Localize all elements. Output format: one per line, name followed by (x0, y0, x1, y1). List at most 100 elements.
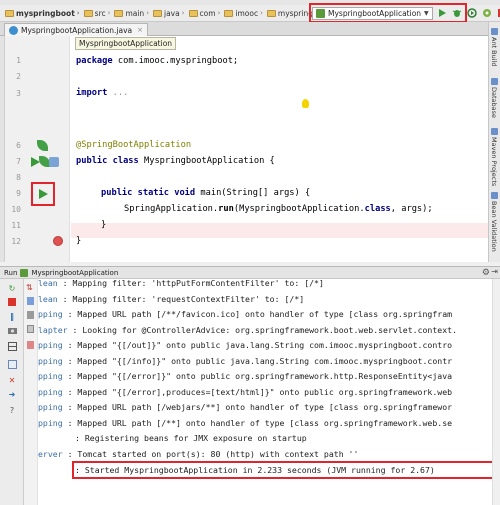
breadcrumb-project[interactable]: myspringboot › (3, 9, 82, 18)
breadcrumb-com[interactable]: com › (187, 9, 223, 18)
code-line-12: } (76, 236, 82, 246)
scroll-end-icon[interactable] (27, 311, 34, 319)
filter-icon[interactable]: ⇅ (26, 283, 33, 292)
tool-window-database[interactable]: Database (490, 78, 498, 118)
right-tool-strip: Ant Build Database Maven Projects Bean V… (488, 22, 500, 262)
line-number: 9 (16, 189, 21, 198)
profile-icon (483, 9, 492, 17)
line-number: 7 (16, 157, 21, 166)
breadcrumb-main[interactable]: main › (112, 9, 151, 18)
folder-icon (266, 9, 276, 17)
console-line: erver : Tomcat started on port(s): 80 (h… (38, 449, 359, 459)
console-line: pping : Mapped "{[/error],produces=[text… (38, 387, 453, 397)
gear-icon[interactable]: ⚙ (482, 268, 490, 278)
tool-window-maven-projects[interactable]: Maven Projects (490, 128, 498, 186)
folder-icon (114, 9, 124, 17)
console-line: pping : Mapped URL path [/**] onto handl… (38, 418, 453, 428)
run-panel-header: Run MyspringbootApplication ⚙ ⇥ (0, 266, 500, 279)
line-number: 8 (16, 173, 21, 182)
ant-icon (490, 28, 498, 35)
highlight-box-run-toolbar (309, 3, 467, 23)
bean-validation-icon (490, 192, 498, 199)
console-line: pping : Mapped URL path [/webjars/**] on… (38, 402, 453, 412)
code-line-3: import ... (76, 88, 129, 98)
highlight-box-run-gutter (31, 182, 55, 206)
export-log-icon (7, 359, 17, 369)
coverage-button[interactable] (467, 8, 478, 19)
code-line-6: @SpringBootApplication (76, 140, 192, 150)
layout-icon[interactable] (7, 341, 17, 351)
coverage-icon (467, 8, 477, 18)
login-icon[interactable]: ➜ (7, 389, 17, 399)
camera-icon (7, 327, 17, 334)
pin-icon[interactable]: ✕ (7, 375, 17, 385)
layout-grid-icon (7, 341, 17, 351)
editor-gutter: 1 2 3 6 7 8 9 10 11 12 (5, 36, 70, 262)
folder-icon (224, 9, 234, 17)
console-line: : Registering beans for JMX exposure on … (75, 433, 307, 443)
export-icon[interactable] (7, 359, 17, 369)
maven-icon (490, 128, 498, 135)
console-scrollbar[interactable] (492, 279, 500, 505)
print-icon[interactable] (27, 325, 34, 333)
code-line-1: package com.imooc.myspringboot; (76, 56, 239, 66)
folder-icon (83, 9, 93, 17)
console-gutter: ⇅ (24, 279, 38, 505)
breadcrumb-java[interactable]: java › (151, 9, 187, 18)
console-line: pping : Mapped "{[/error]}" onto public … (38, 371, 453, 381)
folder-icon (153, 9, 162, 17)
database-icon (490, 78, 498, 85)
run-tab-label[interactable]: MyspringbootApplication (31, 269, 118, 277)
close-icon[interactable]: × (137, 26, 143, 34)
line-number: 11 (11, 221, 21, 230)
tool-window-bean-validation[interactable]: Bean Validation (490, 192, 498, 252)
clear-icon[interactable] (27, 341, 34, 349)
code-line-11: } (101, 220, 107, 230)
java-class-icon (9, 25, 18, 35)
code-editor[interactable]: 1 2 3 6 7 8 9 10 11 12 MyspringbootAppli… (5, 36, 488, 262)
line-number: 3 (16, 89, 21, 98)
run-toolbar: ↻ ‖ ✕ ➜ ? (0, 279, 24, 505)
tool-window-ant-build[interactable]: Ant Build (490, 28, 498, 67)
breadcrumb-src[interactable]: src › (82, 9, 113, 18)
editor-tabs: MyspringbootApplication.java × (0, 22, 488, 36)
chevron-right-icon: › (146, 9, 149, 17)
folder-icon (188, 9, 198, 17)
lightbulb-icon[interactable] (302, 99, 309, 108)
navigate-icon[interactable] (49, 157, 59, 167)
line-number: 12 (11, 237, 21, 246)
line-number: 6 (16, 141, 21, 150)
chevron-right-icon: › (217, 9, 221, 17)
hide-panel-icon[interactable]: ⇥ (491, 267, 498, 276)
console-line: lean : Mapping filter: 'requestContextFi… (38, 294, 305, 304)
help-icon[interactable]: ? (7, 405, 17, 415)
spring-icon (20, 268, 29, 277)
chevron-right-icon: › (181, 9, 185, 17)
current-line-highlight (71, 223, 488, 238)
stop-icon (8, 298, 16, 306)
breakpoint-icon[interactable] (53, 236, 63, 246)
chevron-right-icon: › (107, 9, 111, 17)
line-number: 2 (16, 72, 21, 81)
code-line-10: SpringApplication.run(MyspringbootApplic… (124, 204, 433, 214)
breadcrumb-imooc[interactable]: imooc › (222, 9, 265, 18)
pause-icon[interactable]: ‖ (7, 311, 17, 321)
code-line-9: public static void main(String[] args) { (101, 188, 311, 198)
chevron-right-icon: › (76, 9, 80, 17)
console-line: lean : Mapping filter: 'httpPutFormConte… (38, 279, 324, 288)
tab-myspringbootapplication[interactable]: MyspringbootApplication.java × (4, 23, 149, 36)
line-number: 1 (16, 56, 21, 65)
chevron-right-icon: › (260, 9, 263, 17)
profile-button[interactable] (482, 8, 493, 19)
spring-bean-icon[interactable] (37, 140, 48, 151)
highlight-box-started-message (72, 461, 494, 479)
class-tooltip: MyspringbootApplication (75, 37, 177, 50)
dump-threads-icon[interactable] (7, 325, 17, 335)
stop-run-button[interactable] (7, 297, 17, 307)
folder-icon (5, 9, 14, 17)
wrap-icon[interactable] (27, 297, 34, 305)
rerun-icon[interactable]: ↻ (7, 283, 17, 293)
console-line: pping : Mapped "{[/out]}" onto public ja… (38, 340, 453, 350)
console-line: lapter : Looking for @ControllerAdvice: … (38, 325, 458, 335)
console-line: pping : Mapped URL path [/**/favicon.ico… (38, 309, 453, 319)
